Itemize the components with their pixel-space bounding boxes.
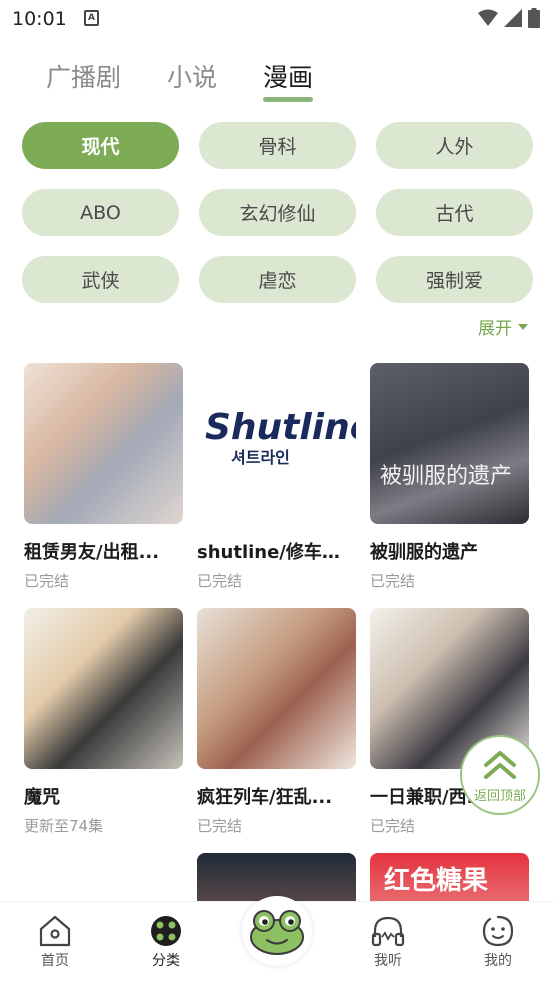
comic-status: 已完结: [370, 572, 416, 590]
comic-title: shutline/修车危...: [197, 542, 356, 563]
home-icon: [39, 915, 71, 947]
chip-angst[interactable]: 虐恋: [199, 256, 356, 303]
expand-label: 展开: [478, 319, 512, 339]
shutline-logo: Shutline 셔트라인: [205, 407, 356, 467]
nav-center-frog[interactable]: [242, 896, 312, 966]
nav-home[interactable]: 首页: [25, 914, 85, 970]
nav-listen-label: 我听: [374, 953, 402, 969]
chip-abo[interactable]: ABO: [22, 189, 179, 236]
chip-non-human[interactable]: 人外: [376, 122, 533, 169]
nav-profile-label: 我的: [484, 953, 512, 969]
category-icon: [151, 916, 181, 946]
chip-forced-love[interactable]: 强制爱: [376, 256, 533, 303]
cover-title-art: 被驯服的遗产: [380, 464, 512, 489]
comic-card[interactable]: [197, 853, 356, 901]
comic-cover: [24, 363, 183, 524]
cover-title-text: 红色糖果: [384, 865, 488, 896]
chip-martial-arts[interactable]: 武侠: [22, 256, 179, 303]
comic-card[interactable]: [24, 853, 183, 901]
comic-cover: [24, 853, 183, 901]
comic-cover: [197, 608, 356, 769]
tab-underline: [263, 97, 314, 102]
cover-title-text: 被驯服的遗产: [380, 464, 512, 489]
back-to-top-label: 返回顶部: [473, 788, 526, 804]
chip-modern[interactable]: 现代: [22, 122, 179, 169]
cover-logo-text: Shutline: [205, 407, 356, 448]
comic-title: 租赁男友/出租...: [24, 542, 160, 563]
tab-label: 广播剧: [46, 63, 122, 92]
battery-icon: [528, 8, 540, 28]
comic-card[interactable]: 红色糖果: [370, 853, 529, 901]
comic-cover: Shutline 셔트라인: [197, 363, 356, 524]
nav-category-label: 分类: [152, 953, 180, 969]
comic-cover: 被驯服的遗产: [370, 363, 529, 524]
tab-comic[interactable]: 漫画: [263, 60, 314, 102]
comic-title: 被驯服的遗产: [370, 542, 478, 563]
nav-category[interactable]: 分类: [136, 914, 196, 970]
comic-cover: 红色糖果: [370, 853, 529, 901]
comic-status: 更新至74集: [24, 817, 104, 835]
cover-title-art: 红色糖果: [384, 865, 488, 896]
comic-title: 魔咒: [24, 787, 60, 808]
cover-subtext: 셔트라인: [231, 448, 290, 467]
signal-icon: [504, 9, 522, 27]
chip-fantasy[interactable]: 玄幻修仙: [199, 189, 356, 236]
system-icons: [478, 8, 540, 28]
tab-radio-drama[interactable]: 广播剧: [46, 60, 121, 96]
tab-label: 小说: [167, 63, 218, 92]
comic-status: 已完结: [24, 572, 70, 590]
category-chips: 现代 骨科 人外 ABO 玄幻修仙 古代 武侠 虐恋 强制爱: [22, 122, 534, 303]
frog-icon: [250, 910, 304, 955]
comic-cover: [197, 853, 356, 901]
comic-card[interactable]: Shutline 셔트라인 shutline/修车危... 已完结: [197, 363, 356, 591]
comic-cover: [24, 608, 183, 769]
comic-card[interactable]: 租赁男友/出租... 已完结: [24, 363, 183, 591]
comic-card[interactable]: 魔咒 更新至74集: [24, 608, 183, 836]
tab-novel[interactable]: 小说: [167, 60, 217, 96]
double-chevron-up-icon: [484, 750, 516, 779]
expand-button[interactable]: 展开: [478, 314, 528, 339]
comic-grid: 租赁男友/出租... 已完结 Shutline 셔트라인 shutline/修车…: [24, 363, 532, 901]
chip-sibling[interactable]: 骨科: [199, 122, 356, 169]
comic-card[interactable]: 被驯服的遗产 被驯服的遗产 已完结: [370, 363, 529, 591]
content-type-tabs: 广播剧 小说 漫画: [46, 60, 314, 102]
status-time: 10:01: [12, 8, 67, 30]
back-to-top-button[interactable]: 返回顶部: [460, 735, 540, 815]
status-bar: 10:01 A: [0, 0, 554, 40]
chip-ancient[interactable]: 古代: [376, 189, 533, 236]
caret-down-icon: [518, 323, 528, 330]
wifi-icon: [478, 9, 498, 26]
comic-status: 已完结: [197, 572, 243, 590]
comic-status: 已完结: [370, 817, 416, 835]
bottom-nav: 首页 分类 我听 我的: [0, 896, 554, 984]
tab-label: 漫画: [263, 63, 314, 92]
notification-icon: A: [84, 10, 99, 26]
nav-home-label: 首页: [41, 953, 69, 969]
comic-card[interactable]: 疯狂列车/狂乱... 已完结: [197, 608, 356, 836]
nav-listen[interactable]: 我听: [358, 914, 418, 970]
comic-title: 疯狂列车/狂乱...: [197, 787, 333, 808]
headphones-icon: [371, 916, 405, 947]
nav-profile[interactable]: 我的: [468, 914, 528, 970]
profile-icon: [482, 915, 514, 947]
comic-status: 已完结: [197, 817, 243, 835]
